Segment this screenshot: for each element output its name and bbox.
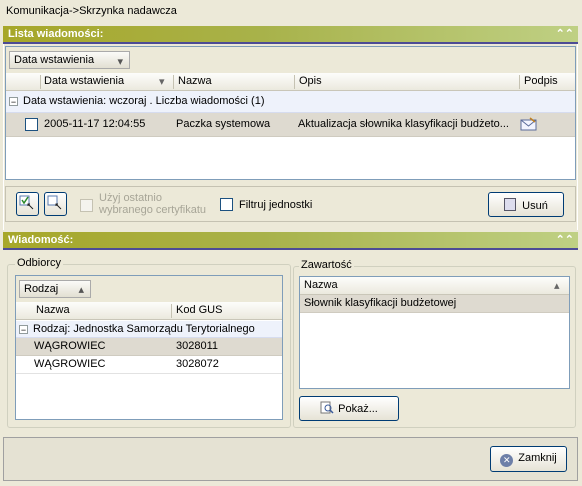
row-name: Paczka systemowa	[176, 118, 271, 130]
row-checkbox[interactable]	[25, 118, 38, 131]
filter-units-label: Filtruj jednostki	[239, 199, 313, 211]
content-column-header: Nazwa ▴	[300, 277, 569, 295]
grouping-bar: Data wstawienia ▾	[6, 47, 575, 73]
message-panel-title: Wiadomość:	[8, 234, 74, 246]
close-button[interactable]: ✕ Zamknij	[490, 446, 567, 472]
recipients-group-row[interactable]: − Rodzaj: Jednostka Samorządu Terytorial…	[16, 321, 282, 338]
col-recipient-name[interactable]: Nazwa	[36, 304, 70, 316]
col-name[interactable]: Nazwa	[178, 75, 212, 87]
group-by-date-label: Data wstawienia	[14, 54, 95, 66]
sort-desc-icon: ▾	[159, 76, 165, 88]
select-all-button[interactable]	[16, 192, 39, 216]
recipient-code: 3028072	[176, 358, 219, 370]
close-button-label: Zamknij	[518, 452, 557, 464]
use-last-cert-checkbox[interactable]	[80, 199, 93, 212]
recipient-code: 3028011	[176, 340, 219, 352]
chevron-down-icon: ▾	[117, 56, 123, 68]
chevron-up-icon: ▴	[78, 284, 84, 296]
table-row[interactable]: 2005-11-17 12:04:55 Paczka systemowa Akt…	[6, 113, 575, 137]
filter-units-checkbox[interactable]	[220, 198, 233, 211]
group-by-type-label: Rodzaj	[24, 283, 59, 295]
content-item-name: Słownik klasyfikacji budżetowej	[304, 297, 457, 309]
deselect-all-button[interactable]	[44, 192, 67, 216]
recipients-grouping-bar: Rodzaj ▴	[16, 276, 282, 302]
recipients-grid[interactable]: Rodzaj ▴ Nazwa Kod GUS − Rodzaj: Jednost…	[15, 275, 283, 420]
col-signature[interactable]: Podpis	[524, 75, 558, 87]
deselect-all-icon	[47, 195, 62, 210]
collapse-group-icon[interactable]: −	[19, 325, 28, 335]
col-content-name[interactable]: Nazwa	[304, 279, 338, 291]
collapse-icon[interactable]: ⌃⌃	[556, 27, 574, 40]
messages-column-header: Data wstawienia ▾ Nazwa Opis Podpis	[6, 73, 575, 91]
group-row[interactable]: − Data wstawienia: wczoraj . Liczba wiad…	[6, 91, 575, 113]
table-row[interactable]: WĄGROWIEC 3028072	[16, 356, 282, 374]
use-last-cert-label: Użyj ostatnio wybranego certyfikatu	[99, 192, 206, 216]
list-item[interactable]: Słownik klasyfikacji budżetowej	[300, 295, 569, 313]
trash-icon	[504, 198, 517, 211]
close-icon: ✕	[500, 454, 514, 467]
signature-envelope-icon[interactable]	[520, 116, 538, 132]
content-legend: Zawartość	[299, 259, 354, 271]
recipients-legend: Odbiorcy	[15, 257, 64, 269]
message-panel-header[interactable]: Wiadomość: ⌃⌃	[3, 232, 578, 250]
content-grid[interactable]: Nazwa ▴ Słownik klasyfikacji budżetowej	[299, 276, 570, 389]
show-button[interactable]: Pokaż...	[299, 396, 399, 421]
list-panel-header[interactable]: Lista wiadomości: ⌃⌃	[3, 26, 578, 44]
list-panel-title: Lista wiadomości:	[8, 28, 104, 40]
window-title: Komunikacja->Skrzynka nadawcza	[6, 5, 177, 17]
messages-grid[interactable]: Data wstawienia ▾ Data wstawienia ▾ Nazw…	[5, 46, 576, 180]
col-gus-code[interactable]: Kod GUS	[176, 304, 222, 316]
col-date[interactable]: Data wstawienia	[44, 75, 124, 87]
col-desc[interactable]: Opis	[299, 75, 322, 87]
collapse-icon[interactable]: ⌃⌃	[556, 233, 574, 246]
recipient-name: WĄGROWIEC	[34, 358, 106, 370]
recipients-column-header: Nazwa Kod GUS	[16, 302, 282, 320]
row-desc: Aktualizacja słownika klasyfikacji budże…	[298, 118, 509, 130]
group-by-type-button[interactable]: Rodzaj ▴	[19, 280, 91, 298]
delete-button-label: Usuń	[522, 200, 548, 212]
select-all-icon	[19, 195, 34, 210]
magnifier-icon	[320, 401, 334, 414]
collapse-group-icon[interactable]: −	[9, 97, 18, 107]
group-by-date-button[interactable]: Data wstawienia ▾	[9, 51, 130, 69]
table-row[interactable]: WĄGROWIEC 3028011	[16, 338, 282, 356]
recipients-group-label: Rodzaj: Jednostka Samorządu Terytorialne…	[33, 323, 255, 335]
row-date: 2005-11-17 12:04:55	[44, 118, 146, 130]
show-button-label: Pokaż...	[338, 403, 378, 415]
delete-button[interactable]: Usuń	[488, 192, 564, 217]
sort-asc-icon: ▴	[554, 280, 560, 292]
recipient-name: WĄGROWIEC	[34, 340, 106, 352]
group-row-label: Data wstawienia: wczoraj . Liczba wiadom…	[23, 95, 265, 107]
